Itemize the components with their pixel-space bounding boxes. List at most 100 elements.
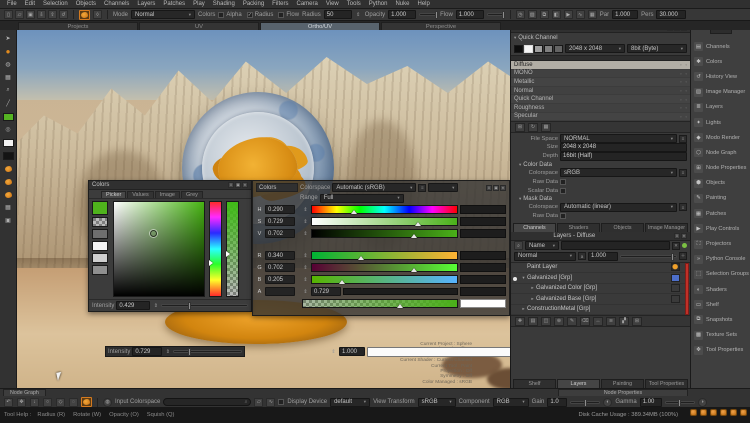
paint-brush-button[interactable] — [81, 397, 92, 407]
layer-row-galvanized-grp[interactable]: ▾Galvanized [Grp] — [511, 273, 690, 284]
layer-action-icon[interactable]: ↔ — [593, 317, 603, 326]
menu-play[interactable]: Play — [189, 1, 209, 7]
image-icon[interactable]: ▧ — [528, 10, 537, 19]
mask-icon[interactable]: ◧ — [552, 10, 561, 19]
layer-action-icon[interactable]: ⊞ — [632, 317, 642, 326]
stepper-icon[interactable]: ⇕ — [302, 231, 309, 237]
palette-painting[interactable]: ✎Painting — [691, 191, 750, 206]
saturation-value-picker[interactable] — [113, 201, 205, 297]
float-icon[interactable]: ⇕ — [228, 182, 234, 188]
dock-tab-objects[interactable]: Objects — [601, 223, 644, 232]
status-led-icon[interactable] — [710, 409, 717, 416]
channel-list-icon[interactable]: ▦ — [541, 123, 551, 132]
alpha-lock-icon[interactable]: a — [578, 252, 586, 260]
alpha-strip[interactable] — [226, 201, 239, 297]
view-tab-perspective[interactable]: Perspective — [381, 22, 501, 30]
grid-icon[interactable]: ▦ — [588, 10, 597, 19]
checkbox-box[interactable] — [560, 213, 566, 219]
checkbox-box[interactable]: ✓ — [247, 12, 253, 18]
palette-layers[interactable]: ≣Layers — [691, 100, 750, 115]
layer-thumbnail[interactable] — [671, 263, 680, 271]
alpha-white-box[interactable] — [460, 299, 506, 308]
add-layer-icon[interactable]: ＋ — [679, 252, 687, 260]
par-field[interactable]: 1.000 — [612, 10, 638, 19]
channel-row-roughness[interactable]: Roughness▫▫ — [511, 104, 690, 113]
colors-tab-picker[interactable]: Picker — [101, 191, 126, 198]
property-extra-button[interactable]: ≡ — [679, 203, 687, 211]
stepper-icon[interactable]: ⇕ — [302, 219, 309, 225]
layer-row-galvanized-base-grp[interactable]: ▸Galvanized Base [Grp] — [511, 294, 690, 305]
channel-value-field[interactable]: 0.702 — [265, 263, 295, 272]
layer-scrollbar[interactable] — [685, 263, 689, 316]
menu-edit[interactable]: Edit — [21, 1, 39, 7]
eyedropper-tool[interactable]: ◎ — [2, 124, 14, 135]
export-icon[interactable]: ⇧ — [48, 10, 57, 19]
gamma-field[interactable]: 1.00 — [640, 398, 662, 407]
close-icon[interactable]: ✕ — [242, 182, 248, 188]
undo-icon[interactable]: ↶ — [4, 398, 13, 407]
layer-action-icon[interactable]: ≋ — [606, 317, 616, 326]
r-slider-bar[interactable] — [311, 251, 458, 260]
close-icon[interactable]: ✕ — [681, 233, 687, 239]
channel-value-field[interactable]: 0.205 — [265, 275, 295, 284]
alpha-left-field[interactable] — [265, 287, 295, 296]
g-slider-bar[interactable] — [311, 263, 458, 272]
layer-thumbnail[interactable] — [671, 284, 680, 292]
shelf-icon[interactable]: ▦ — [2, 202, 14, 213]
float-icon[interactable]: ⇕ — [674, 233, 680, 239]
collapse-arrow-icon[interactable]: ▾ — [519, 196, 521, 202]
menu-nuke[interactable]: Nuke — [391, 1, 413, 7]
palette-image-manager[interactable]: ▧Image Manager — [691, 85, 750, 100]
menu-camera[interactable]: Camera — [293, 1, 322, 7]
swatch-grey-mid[interactable] — [92, 265, 108, 275]
dock-tab-shaders[interactable]: Shaders — [557, 223, 600, 232]
stepper-icon[interactable]: ⇕ — [302, 265, 309, 271]
color-sample-icon[interactable]: ◍ — [103, 398, 112, 407]
palette-shelf[interactable]: ▭Shelf — [691, 297, 750, 312]
menu-objects[interactable]: Objects — [72, 1, 100, 7]
view-transform-dropdown[interactable]: sRGB▾ — [418, 398, 456, 407]
document-icon[interactable]: ▱ — [254, 398, 263, 407]
property-extra-button[interactable]: ≡ — [679, 135, 687, 143]
dock-bottom-tab-tool-properties[interactable]: Tool Properties — [645, 379, 688, 388]
symmetry-icon[interactable]: ⧉ — [540, 10, 549, 19]
intensity-field[interactable]: 0.429 — [116, 301, 150, 310]
smudge-tool[interactable]: ◍ — [2, 59, 14, 70]
expander-icon[interactable]: ▾ — [520, 275, 527, 281]
palette-selection-groups[interactable]: ⬚Selection Groups — [691, 267, 750, 282]
layer-thumbnail[interactable] — [671, 274, 680, 282]
palette-texture-sets[interactable]: ▩Texture Sets — [691, 328, 750, 343]
view-tab-uv[interactable]: UV — [139, 22, 259, 30]
opacity-field[interactable]: 1.000 — [388, 10, 416, 19]
layer-action-icon[interactable]: ▞ — [619, 317, 629, 326]
dock-bottom-tab-painting[interactable]: Painting — [601, 379, 644, 388]
quick-channel-swatch[interactable] — [544, 45, 553, 53]
quick-channel-swatch[interactable] — [554, 45, 563, 53]
view-tab-projects[interactable]: Projects — [18, 22, 138, 30]
hue-strip[interactable] — [209, 201, 222, 297]
quick-channel-swatch[interactable] — [524, 45, 533, 53]
alpha-value-field[interactable]: 0.729 — [311, 287, 341, 296]
slider-number-box[interactable] — [460, 217, 506, 226]
menu-help[interactable]: Help — [413, 1, 433, 7]
quick-channel-swatch[interactable] — [514, 45, 523, 53]
collapse-arrow-icon[interactable]: ▾ — [519, 162, 521, 168]
dock-tab-image-manager[interactable]: Image Manager — [645, 223, 688, 232]
palette-channels[interactable]: ▤Channels — [691, 39, 750, 54]
swatch-grey-light[interactable] — [92, 253, 108, 263]
slice-tool[interactable]: ╱ — [2, 98, 14, 109]
colors-tab-values[interactable]: Values — [127, 191, 153, 198]
checkbox-box[interactable] — [560, 179, 566, 185]
rotate-icon[interactable]: ◌ — [69, 398, 78, 407]
colorspace-dropdown[interactable]: sRGB▾ — [560, 168, 677, 177]
colorspace-dropdown[interactable]: Automatic (sRGB)▾ — [332, 183, 416, 192]
alpha-white-slider[interactable] — [367, 347, 512, 357]
intensity-field[interactable]: 0.729 — [132, 347, 162, 356]
swap-color-swatch[interactable] — [2, 150, 14, 161]
menu-channels[interactable]: Channels — [100, 1, 133, 7]
close-icon[interactable]: ✕ — [500, 185, 506, 191]
eraser-icon[interactable]: ◊ — [93, 10, 102, 19]
mode-dropdown[interactable]: Normal▾ — [131, 10, 195, 19]
radius-stepper[interactable]: ⇕ — [355, 12, 362, 18]
menu-layers[interactable]: Layers — [133, 1, 159, 7]
